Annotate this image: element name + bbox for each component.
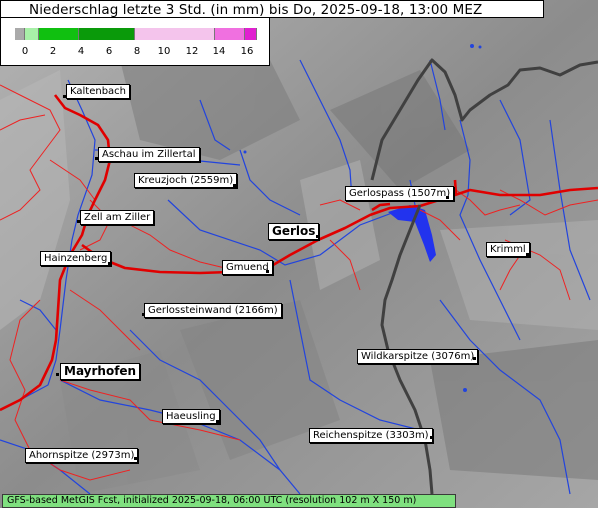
- place-marker: [108, 262, 111, 265]
- place-marker: [77, 220, 80, 223]
- legend-under-zero: [15, 28, 25, 40]
- legend-over-max: [245, 28, 257, 40]
- place-label-gerlossteinwand[interactable]: Gerlossteinwand (2166m): [144, 303, 282, 318]
- legend-tick: 10: [157, 46, 171, 57]
- place-label-haeusling[interactable]: Haeusling: [162, 409, 220, 424]
- place-marker: [233, 184, 236, 187]
- legend-seg-dark-green: [79, 28, 135, 40]
- place-label-wildkarspitze[interactable]: Wildkarspitze (3076m): [357, 349, 479, 364]
- legend-tick: 4: [77, 46, 85, 57]
- place-marker: [446, 196, 449, 199]
- place-label-aschau[interactable]: Aschau im Zillertal: [98, 147, 200, 162]
- place-marker: [216, 420, 219, 423]
- precipitation-map[interactable]: Niederschlag letzte 3 Std. (in mm) bis D…: [0, 0, 598, 508]
- legend-tick: 2: [49, 46, 57, 57]
- place-label-gerlos[interactable]: Gerlos: [268, 223, 320, 240]
- legend-tick: 0: [21, 46, 29, 57]
- place-label-kreuzjoch[interactable]: Kreuzjoch (2559m): [134, 173, 238, 188]
- place-label-hainzenberg[interactable]: Hainzenberg: [40, 251, 112, 266]
- legend-tick: 8: [133, 46, 141, 57]
- place-marker: [430, 436, 433, 439]
- place-marker: [266, 270, 269, 273]
- place-marker: [134, 457, 137, 460]
- place-marker: [316, 235, 319, 238]
- place-marker: [473, 357, 476, 360]
- place-marker: [63, 95, 66, 98]
- place-label-reichenspitze[interactable]: Reichenspitze (3303m): [309, 428, 433, 443]
- place-label-kaltenbach[interactable]: Kaltenbach: [66, 84, 131, 99]
- place-label-krimml[interactable]: Krimml: [486, 242, 530, 257]
- place-marker: [95, 157, 98, 160]
- legend-tick: 6: [105, 46, 113, 57]
- legend-seg-pink-light: [135, 28, 215, 40]
- forecast-info-footer: GFS-based MetGIS Fcst, initialized 2025-…: [2, 494, 456, 508]
- legend-colorbar: [15, 28, 257, 40]
- legend-tick: 16: [240, 46, 254, 57]
- title-bar: Niederschlag letzte 3 Std. (in mm) bis D…: [0, 0, 544, 18]
- place-label-mayrhofen[interactable]: Mayrhofen: [60, 363, 141, 380]
- place-label-zell-am-ziller[interactable]: Zell am Ziller: [80, 210, 155, 225]
- place-label-gerlospass[interactable]: Gerlospass (1507m): [345, 186, 455, 201]
- legend-seg-light-green: [25, 28, 39, 40]
- map-title: Niederschlag letzte 3 Std. (in mm) bis D…: [29, 2, 483, 18]
- place-marker: [56, 373, 59, 376]
- legend-seg-pink: [215, 28, 245, 40]
- legend-tick: 12: [185, 46, 199, 57]
- legend-seg-green: [39, 28, 79, 40]
- place-marker: [142, 313, 145, 316]
- place-label-ahornspitze[interactable]: Ahornspitze (2973m): [25, 448, 139, 463]
- precipitation-legend: 0 2 4 6 8 10 12 14 16: [0, 18, 270, 66]
- place-marker: [526, 253, 529, 256]
- legend-tick: 14: [212, 46, 226, 57]
